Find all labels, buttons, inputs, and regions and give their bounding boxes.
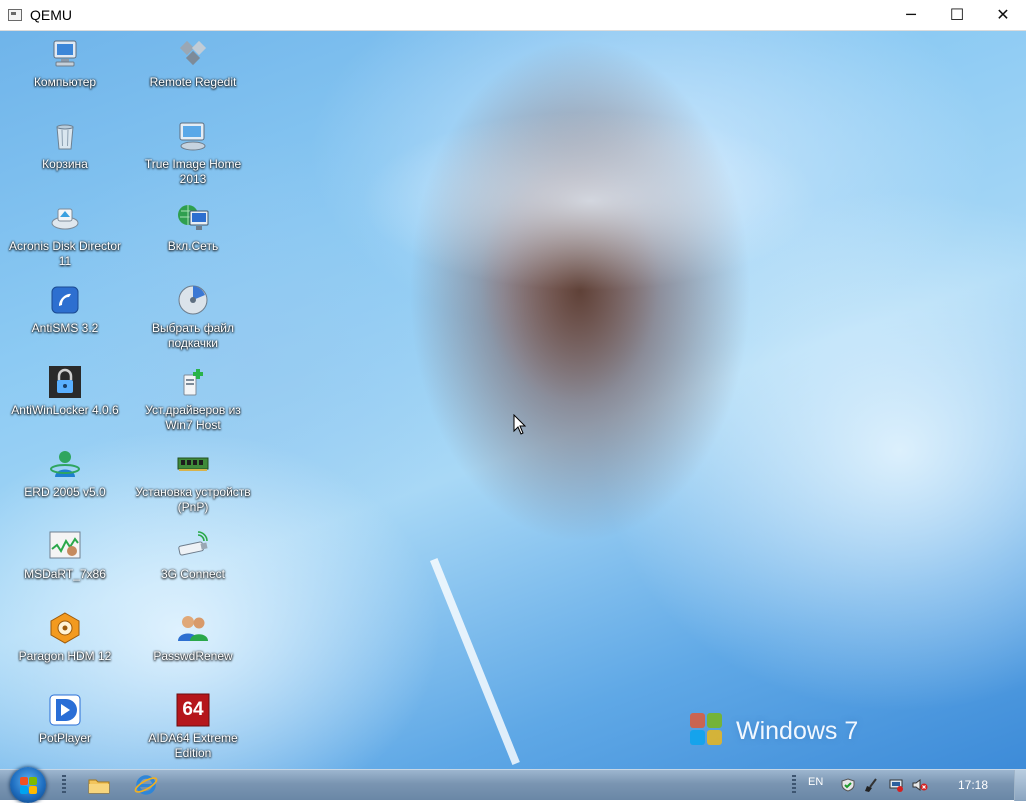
internet-explorer-button[interactable] [133,773,159,797]
driver-install-icon [176,365,210,399]
recycle-bin-icon [48,119,82,153]
mouse-pointer-icon [513,414,527,435]
broom-icon[interactable] [864,778,880,792]
desktop-icon-antiwinlocker[interactable]: AntiWinLocker 4.0.6 [5,365,125,418]
shield-check-icon[interactable] [840,778,856,792]
aida64-badge: 64 [182,699,204,720]
desktop-icon-pagefile[interactable]: Выбрать файл подкачки [133,283,253,351]
network-tray-icon[interactable] [888,778,904,792]
explorer-folder-icon [88,779,110,794]
desktop-icon-msdart[interactable]: MSDaRT_7x86 [5,529,125,582]
desktop-icon-label: True Image Home 2013 [144,157,242,186]
desktop-icon-label: Paragon HDM 12 [18,649,112,663]
padlock-icon [48,365,82,399]
regedit-icon [176,37,210,71]
desktop-icon-label: ERD 2005 v5.0 [24,485,106,499]
desktop-icon-label: AntiSMS 3.2 [31,321,99,335]
minimize-button[interactable]: ─ [888,0,934,30]
maximize-button[interactable]: ☐ [934,0,980,30]
desktop-icon-acronis-disk-director[interactable]: Acronis Disk Director 11 [5,201,125,269]
start-orb-flag-icon [29,786,37,794]
desktop-icon-label: MSDaRT_7x86 [24,567,106,581]
desktop-icon-label: PotPlayer [38,731,92,745]
desktop-icon-label: PasswdRenew [153,649,233,663]
desktop-icon-label: AntiWinLocker 4.0.6 [11,403,119,417]
show-desktop-button[interactable] [1014,770,1026,801]
window-title: QEMU [30,7,72,23]
desktop-icon-label: Remote Regedit [149,75,237,89]
desktop-icon-true-image[interactable]: True Image Home 2013 [133,119,253,187]
desktop-icon-remote-regedit[interactable]: Remote Regedit [133,37,253,90]
disk-director-icon [48,201,82,235]
computer-icon [48,37,82,71]
wallpaper-mist [360,111,820,291]
start-button[interactable] [10,767,46,803]
taskbar-grip[interactable] [62,775,66,795]
memory-module-icon [176,447,210,481]
desktop-icon-label: Выбрать файл подкачки [152,321,234,350]
desktop-icon-recycle-bin[interactable]: Корзина [5,119,125,172]
wallpaper-strap [430,558,520,765]
usb-modem-icon [176,529,210,563]
taskbar: EN 17:18 [0,767,1026,803]
pagefile-icon [176,283,210,317]
desktop-icon-3g-connect[interactable]: 3G Connect [133,529,253,582]
antisms-icon [48,283,82,317]
desktop-icon-computer[interactable]: Компьютер [5,37,125,90]
desktop-icon-antisms[interactable]: AntiSMS 3.2 [5,283,125,336]
aida64-icon: 64 [176,693,210,727]
desktop-icon-paragon[interactable]: Paragon HDM 12 [5,611,125,664]
erd-icon [48,447,82,481]
desktop-icon-label: 3G Connect [160,567,226,581]
windows7-watermark-text: Windows 7 [736,717,859,745]
clock[interactable]: 17:18 [958,778,988,792]
potplayer-icon [48,693,82,727]
true-image-icon [176,119,210,153]
network-icon [176,201,210,235]
desktop-icon-label: Установка устройств (PnP) [135,485,251,514]
desktop-icon-erd[interactable]: ERD 2005 v5.0 [5,447,125,500]
desktop-icon-passwdrenew[interactable]: PasswdRenew [133,611,253,664]
explorer-folder-button[interactable] [86,773,112,797]
desktop-icon-label: AIDA64 Extreme Edition [148,731,238,760]
start-orb-flag-icon [20,786,28,794]
desktop-icon-label: Вкл.Сеть [167,239,219,253]
users-icon [176,611,210,645]
start-orb-flag-icon [20,777,28,785]
start-orb-flag-icon [29,777,37,785]
desktop-icon-label: Корзина [42,157,88,171]
close-button[interactable]: ✕ [980,0,1026,30]
internet-explorer-icon [134,775,158,795]
qemu-app-icon [8,9,22,21]
volume-muted-icon[interactable] [912,778,928,792]
desktop-icon-label: Acronis Disk Director 11 [8,239,122,268]
desktop-icon-potplayer[interactable]: PotPlayer [5,693,125,746]
desktop-icon-label: Уст.драйверов из Win7 Host [145,403,241,432]
paragon-icon [48,611,82,645]
desktop-icon-label: Компьютер [33,75,97,89]
language-indicator[interactable]: EN [808,776,823,788]
desktop-icon-driver-install[interactable]: Уст.драйверов из Win7 Host [133,365,253,433]
qemu-title-bar: QEMU ─ ☐ ✕ [0,0,1026,31]
desktop-icon-pnp[interactable]: Установка устройств (PnP) [133,447,253,515]
desktop[interactable]: Компьютер Корзина Acronis Disk Director … [0,31,1026,769]
desktop-icon-network-on[interactable]: Вкл.Сеть [133,201,253,254]
msdart-icon [48,529,82,563]
windows-flag-logo [690,713,724,747]
tray-grip[interactable] [792,775,796,795]
desktop-icon-aida64[interactable]: 64 AIDA64 Extreme Edition [133,693,253,761]
